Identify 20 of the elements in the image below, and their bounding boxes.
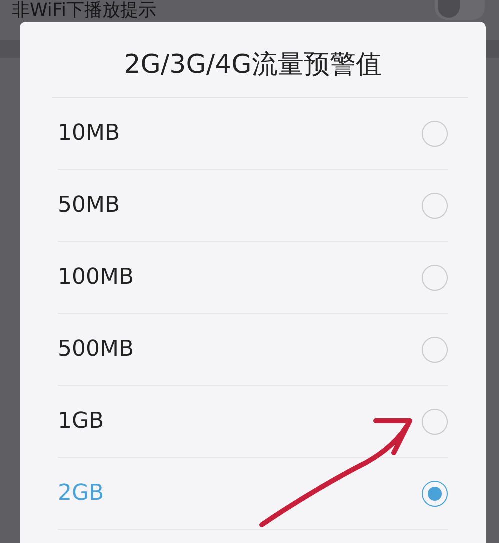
option-label: 2GB [58,481,104,506]
option-row[interactable]: 100MB [58,242,448,314]
radio-button[interactable] [422,480,448,506]
option-row[interactable]: 50MB [58,170,448,242]
option-row[interactable]: 500MB [58,314,448,386]
option-row[interactable]: 1GB [58,386,448,458]
radio-button[interactable] [422,336,448,362]
option-label: 50MB [58,193,120,218]
radio-button[interactable] [422,264,448,290]
option-row[interactable]: 10MB [58,98,448,170]
option-label: 500MB [58,337,134,362]
option-label: 1GB [58,409,104,434]
toggle-switch[interactable] [435,0,485,20]
radio-button[interactable] [422,192,448,218]
option-label: 100MB [58,265,134,290]
option-label: 10MB [58,121,120,146]
setting-label: 非WiFi下播放提示 [12,0,156,21]
radio-button[interactable] [422,408,448,434]
dialog-title: 2G/3G/4G流量预警值 [123,49,383,82]
radio-button[interactable] [422,120,448,146]
